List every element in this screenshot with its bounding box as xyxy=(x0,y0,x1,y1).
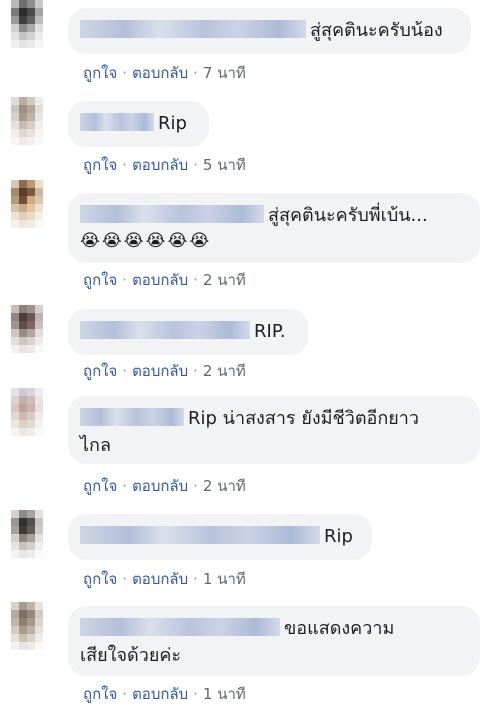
comment-actions: ถูกใจ · ตอบกลับ · 1 นาที xyxy=(83,682,246,706)
like-link[interactable]: ถูกใจ xyxy=(83,271,117,289)
reply-link[interactable]: ตอบกลับ xyxy=(132,64,188,82)
separator: · xyxy=(193,156,198,174)
separator: · xyxy=(122,156,128,174)
comment-actions: ถูกใจ · ตอบกลับ · 2 นาที xyxy=(83,268,246,292)
like-link[interactable]: ถูกใจ xyxy=(83,477,117,495)
commenter-name[interactable] xyxy=(80,321,250,339)
comment-text: Rip xyxy=(324,526,353,547)
comment-actions: ถูกใจ · ตอบกลับ · 1 นาที xyxy=(83,567,246,591)
reply-link[interactable]: ตอบกลับ xyxy=(132,477,188,495)
comment-bubble: สู่สุคตินะครับน้อง xyxy=(68,8,471,54)
like-link[interactable]: ถูกใจ xyxy=(83,570,117,588)
reply-link[interactable]: ตอบกลับ xyxy=(132,685,188,703)
separator: · xyxy=(122,362,128,380)
avatar[interactable] xyxy=(11,97,43,161)
comment-text-continued: ไกล xyxy=(80,435,111,456)
separator: · xyxy=(193,477,198,495)
comment-bubble: RIP. xyxy=(68,309,308,355)
timestamp[interactable]: 2 นาที xyxy=(203,271,246,289)
separator: · xyxy=(122,64,128,82)
comment-actions: ถูกใจ · ตอบกลับ · 7 นาที xyxy=(83,61,246,85)
commenter-name[interactable] xyxy=(80,526,320,544)
comment-bubble: Rip xyxy=(68,514,372,560)
emoji-row: 😭😭😭😭😭😭 xyxy=(80,231,212,251)
separator: · xyxy=(122,570,128,588)
commenter-name[interactable] xyxy=(80,408,184,426)
comment-actions: ถูกใจ · ตอบกลับ · 2 นาที xyxy=(83,474,246,498)
comment-actions: ถูกใจ · ตอบกลับ · 2 นาที xyxy=(83,359,246,383)
comment-bubble: Rip xyxy=(68,101,209,147)
separator: · xyxy=(193,271,198,289)
separator: · xyxy=(193,362,198,380)
like-link[interactable]: ถูกใจ xyxy=(83,685,117,703)
reply-link[interactable]: ตอบกลับ xyxy=(132,271,188,289)
separator: · xyxy=(193,685,198,703)
like-link[interactable]: ถูกใจ xyxy=(83,362,117,380)
commenter-name[interactable] xyxy=(80,113,154,131)
separator: · xyxy=(193,64,198,82)
comment-text: RIP. xyxy=(254,321,286,342)
commenter-name[interactable] xyxy=(80,618,280,636)
commenter-name[interactable] xyxy=(80,20,306,38)
comment-bubble: สู่สุคตินะครับพี่เบ้น... 😭😭😭😭😭😭 xyxy=(68,193,480,263)
comment-text: สู่สุคตินะครับพี่เบ้น... xyxy=(268,205,428,226)
avatar[interactable] xyxy=(11,305,43,369)
timestamp[interactable]: 1 นาที xyxy=(203,570,246,588)
separator: · xyxy=(193,570,198,588)
comment-text: ขอแสดงความ xyxy=(284,618,395,639)
like-link[interactable]: ถูกใจ xyxy=(83,156,117,174)
avatar[interactable] xyxy=(11,602,43,666)
avatar[interactable] xyxy=(11,510,43,574)
comment-bubble: Rip น่าสงสาร ยังมีชีวิตอีกยาว ไกล xyxy=(68,396,480,464)
separator: · xyxy=(122,685,128,703)
comment-text: Rip น่าสงสาร ยังมีชีวิตอีกยาว xyxy=(188,408,420,429)
separator: · xyxy=(122,477,128,495)
avatar[interactable] xyxy=(11,388,43,452)
comment-bubble: ขอแสดงความ เสียใจด้วยค่ะ xyxy=(68,606,480,676)
timestamp[interactable]: 2 นาที xyxy=(203,477,246,495)
comment-text: Rip xyxy=(158,113,187,134)
timestamp[interactable]: 2 นาที xyxy=(203,362,246,380)
reply-link[interactable]: ตอบกลับ xyxy=(132,156,188,174)
avatar[interactable] xyxy=(11,0,43,64)
timestamp[interactable]: 1 นาที xyxy=(203,685,246,703)
commenter-name[interactable] xyxy=(80,205,264,223)
reply-link[interactable]: ตอบกลับ xyxy=(132,362,188,380)
avatar[interactable] xyxy=(11,180,43,244)
timestamp[interactable]: 5 นาที xyxy=(203,156,246,174)
comment-actions: ถูกใจ · ตอบกลับ · 5 นาที xyxy=(83,153,246,177)
separator: · xyxy=(122,271,128,289)
reply-link[interactable]: ตอบกลับ xyxy=(132,570,188,588)
comment-text: สู่สุคตินะครับน้อง xyxy=(310,20,443,41)
comment-text-continued: เสียใจด้วยค่ะ xyxy=(80,645,182,666)
like-link[interactable]: ถูกใจ xyxy=(83,64,117,82)
timestamp[interactable]: 7 นาที xyxy=(203,64,246,82)
